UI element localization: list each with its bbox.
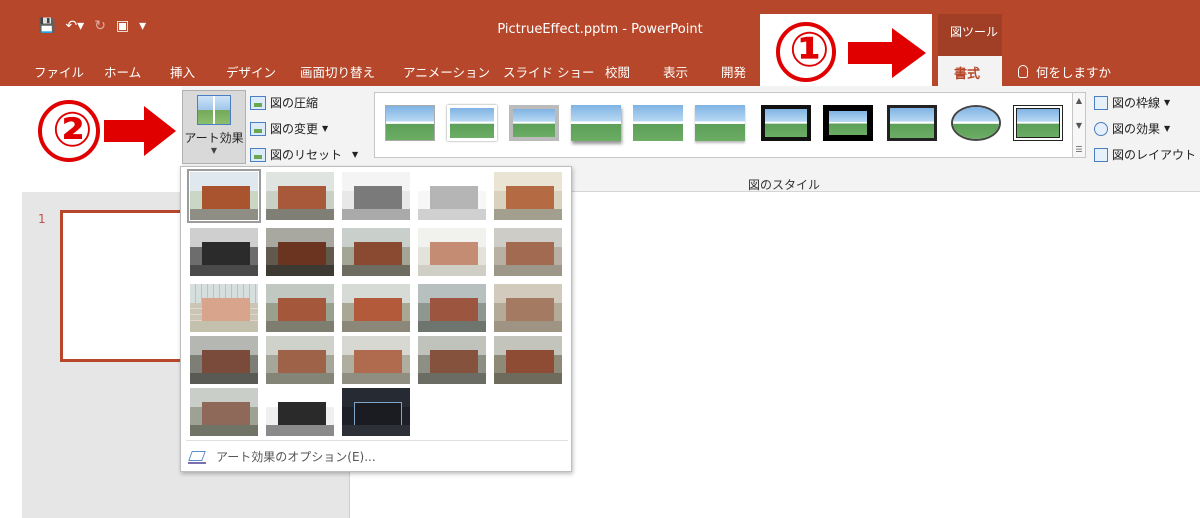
chevron-down-icon: ▼ (322, 124, 329, 133)
picture-style-5[interactable] (633, 105, 683, 141)
chevron-down-icon: ▼ (210, 146, 218, 155)
art-effect-pencil-grayscale[interactable] (342, 172, 410, 220)
gallery-scrollbar[interactable]: ▲ ▼ ☰ (1072, 92, 1086, 158)
tab-developer[interactable]: 開発 (721, 62, 746, 81)
reset-icon (250, 147, 266, 162)
art-effect-none[interactable] (187, 169, 261, 223)
change-picture-icon (250, 121, 266, 136)
window-title: PictrueEffect.pptm - PowerPoint (497, 22, 703, 37)
tab-view[interactable]: 表示 (663, 62, 688, 81)
picture-layout-button[interactable]: 図のレイアウト ▼ (1094, 146, 1200, 163)
layout-label: 図のレイアウト (1112, 148, 1197, 162)
art-effects-options-item[interactable]: アート効果のオプション(E)... (188, 448, 376, 465)
tell-me-box[interactable]: 何をしますか (1018, 62, 1111, 81)
annotation-arrow-2 (104, 106, 176, 156)
art-effect-cutout[interactable] (190, 388, 258, 436)
art-effect-plastic-wrap[interactable] (494, 336, 562, 384)
compress-pictures-button[interactable]: 図の圧縮 (250, 94, 318, 111)
scroll-down-icon[interactable]: ▼ (1076, 121, 1082, 130)
art-effect-light-screen[interactable] (190, 284, 258, 332)
art-effect-mosaic-bubbles[interactable] (418, 284, 486, 332)
art-effect-line-drawing[interactable] (494, 172, 562, 220)
art-effect-watercolor-sponge[interactable] (266, 284, 334, 332)
layout-icon (1094, 147, 1108, 162)
picture-effects-button[interactable]: 図の効果 ▼ (1094, 120, 1170, 137)
lightbulb-icon (1018, 65, 1028, 78)
art-effects-label: アート効果 (184, 131, 244, 145)
picture-style-8[interactable] (823, 105, 873, 141)
picture-style-4[interactable] (571, 105, 621, 141)
art-effects-options-icon (188, 450, 206, 464)
tell-me-label: 何をしますか (1036, 65, 1112, 80)
art-effects-button[interactable]: アート効果 ▼ (182, 90, 246, 164)
title-bar: 💾 ↶▾ ↻ ▣ ▾ PictrueEffect.pptm - PowerPoi… (0, 0, 1200, 56)
art-effect-marker[interactable] (266, 172, 334, 220)
art-effects-icon (197, 95, 231, 125)
slide-thumbnail[interactable] (60, 210, 190, 362)
border-label: 図の枠線 (1112, 96, 1161, 110)
scroll-up-icon[interactable]: ▲ (1076, 96, 1082, 105)
gallery-more-icon[interactable]: ☰ (1075, 145, 1082, 154)
compress-icon (250, 95, 266, 110)
menu-separator (186, 440, 568, 441)
effects-icon (1094, 121, 1108, 136)
tab-home[interactable]: ホーム (104, 62, 141, 81)
tab-file[interactable]: ファイル (34, 62, 84, 81)
pen-icon (1094, 95, 1108, 110)
art-effect-film-grain[interactable] (342, 284, 410, 332)
effects-label: 図の効果 (1112, 122, 1161, 136)
chevron-down-icon: ▼ (1164, 98, 1171, 107)
annotation-step-1: ① (789, 22, 830, 78)
chevron-down-icon: ▼ (352, 150, 359, 159)
picture-style-10[interactable] (951, 105, 1001, 141)
picture-style-11[interactable] (1013, 105, 1063, 141)
reset-picture-button[interactable]: 図のリセット ▼ (250, 146, 358, 163)
reset-label: 図のリセット (270, 148, 343, 162)
art-effect-glow-diffused[interactable] (418, 228, 486, 276)
picture-style-2[interactable] (447, 105, 497, 141)
art-effect-paint-brush[interactable] (342, 228, 410, 276)
slide-number: 1 (38, 212, 46, 226)
tab-insert[interactable]: 挿入 (170, 62, 195, 81)
picture-styles-gallery (374, 92, 1074, 158)
picture-style-1[interactable] (385, 105, 435, 141)
art-effect-blur[interactable] (494, 228, 562, 276)
tab-transitions[interactable]: 画面切り替え (300, 62, 375, 81)
art-effect-photocopy[interactable] (266, 388, 334, 436)
powerpoint-window: 💾 ↶▾ ↻ ▣ ▾ PictrueEffect.pptm - PowerPoi… (0, 0, 1200, 518)
art-effects-options-label: アート効果のオプション(E)... (216, 450, 376, 464)
art-effect-crisscross-etching[interactable] (342, 336, 410, 384)
tab-design[interactable]: デザイン (226, 62, 276, 81)
art-effect-glass[interactable] (494, 284, 562, 332)
change-picture-button[interactable]: 図の変更 ▼ (250, 120, 328, 137)
art-effect-pastels-smooth[interactable] (418, 336, 486, 384)
picture-style-7[interactable] (761, 105, 811, 141)
picture-tools-header: 図ツール (938, 14, 1002, 56)
art-effect-glow-edges[interactable] (342, 388, 410, 436)
change-label: 図の変更 (270, 122, 319, 136)
chevron-down-icon: ▼ (1164, 124, 1171, 133)
art-effect-texturizer[interactable] (266, 336, 334, 384)
compress-label: 図の圧縮 (270, 96, 319, 110)
picture-styles-group-label: 図のスタイル (748, 178, 821, 192)
tab-animations[interactable]: アニメーション (403, 62, 490, 81)
annotation-arrow-1 (848, 28, 926, 78)
picture-border-button[interactable]: 図の枠線 ▼ (1094, 94, 1170, 111)
tab-format[interactable]: 書式 (938, 56, 1002, 86)
art-effect-chalk-sketch[interactable] (190, 228, 258, 276)
tab-slideshow[interactable]: スライド ショー (503, 62, 594, 81)
picture-style-6[interactable] (695, 105, 745, 141)
art-effect-cement[interactable] (190, 336, 258, 384)
picture-style-3[interactable] (509, 105, 559, 141)
art-effect-pencil-sketch[interactable] (418, 172, 486, 220)
tab-review[interactable]: 校閲 (605, 62, 630, 81)
picture-style-9[interactable] (887, 105, 937, 141)
art-effect-paint-strokes[interactable] (266, 228, 334, 276)
annotation-step-2: ② (52, 102, 93, 158)
